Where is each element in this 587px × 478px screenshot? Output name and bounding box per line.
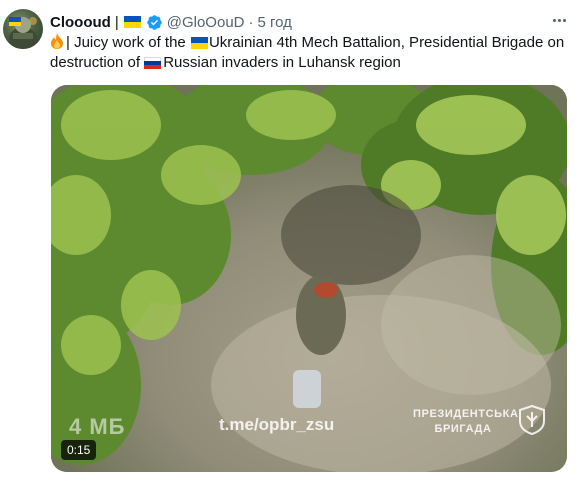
tweet: Cloooud | @GloOouD · 5 год | Juicy work …	[0, 0, 587, 478]
tweet-timestamp[interactable]: 5 год	[258, 14, 292, 31]
brigade-watermark: ПРЕЗИДЕНТСЬКА БРИГАДА	[413, 407, 519, 437]
tweet-header: Cloooud | @GloOouD · 5 год	[50, 12, 292, 32]
tweet-text-part3: Russian invaders in Luhansk region	[163, 54, 401, 71]
avatar[interactable]	[3, 9, 43, 49]
more-options-button[interactable]	[548, 10, 570, 30]
telegram-url-watermark: t.me/opbr_zsu	[219, 415, 335, 434]
author-handle[interactable]: @GloOouD	[167, 14, 245, 31]
ukraine-flag-icon	[123, 16, 141, 28]
video-duration-badge: 0:15	[61, 440, 97, 460]
verified-badge-icon	[146, 14, 162, 30]
more-horizontal-icon	[552, 18, 556, 22]
ukraine-flag-icon	[190, 37, 208, 50]
tweet-text: | Juicy work of the Ukrainian 4th Mech B…	[50, 33, 575, 73]
tweet-text-part1: | Juicy work of the	[66, 34, 190, 51]
fire-emoji-icon	[51, 33, 63, 49]
header-dot-separator: ·	[248, 13, 254, 31]
brigade-emblem-icon	[519, 405, 545, 435]
video-player[interactable]: 4 МБ t.me/opbr_zsu ПРЕЗИДЕНТСЬКА БРИГАДА…	[51, 85, 567, 472]
author-name[interactable]: Cloooud	[50, 14, 111, 31]
name-separator: |	[114, 13, 119, 31]
russia-flag-icon	[144, 57, 162, 69]
avatar-flag-icon	[9, 17, 21, 26]
brigade-watermark-line1: ПРЕЗИДЕНТСЬКА	[413, 408, 519, 420]
file-size-watermark: 4 МБ	[69, 414, 126, 439]
brigade-watermark-line2: БРИГАДА	[434, 423, 492, 435]
avatar-image	[9, 17, 37, 49]
